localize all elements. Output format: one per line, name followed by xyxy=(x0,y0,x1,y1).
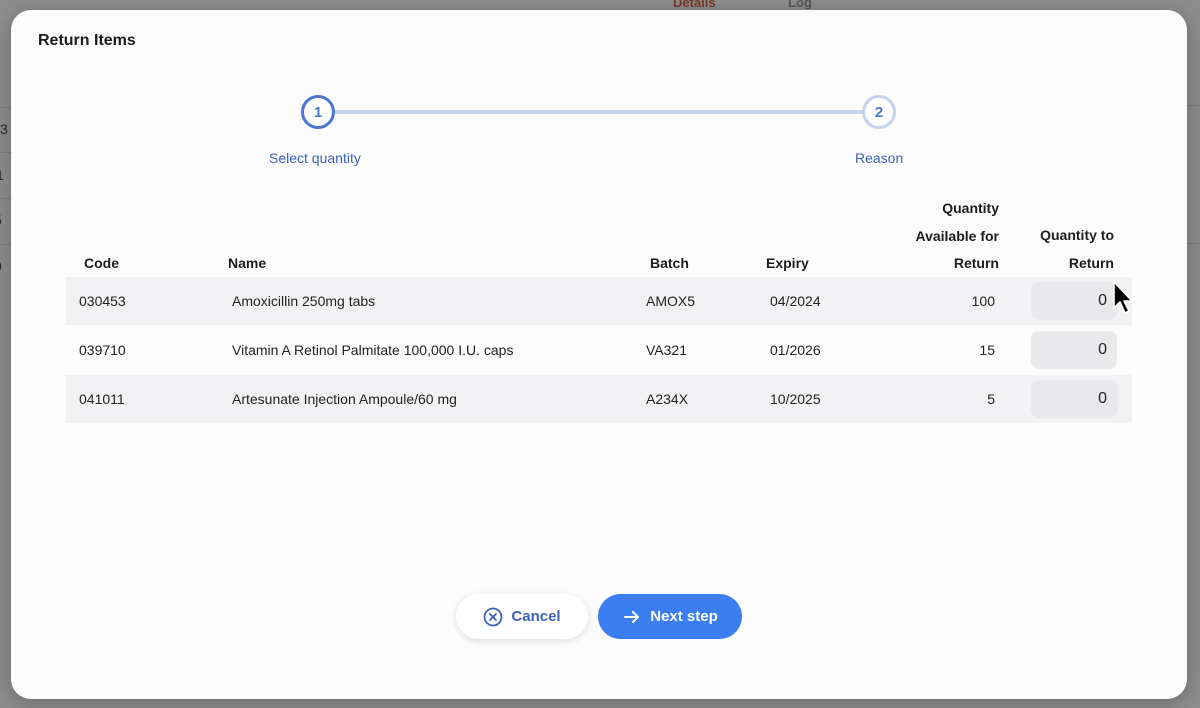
return-items-modal: Return Items 1 2 Select quantity Reason … xyxy=(11,10,1187,699)
header-line: Quantity xyxy=(942,200,999,216)
header-line: Available for xyxy=(915,227,999,244)
table-row[interactable]: 039710 Vitamin A Retinol Palmitate 100,0… xyxy=(66,326,1132,374)
quantity-to-return-input[interactable] xyxy=(1031,282,1117,320)
cell-available: 100 xyxy=(971,293,995,309)
background-tab-details: Details xyxy=(673,0,716,10)
cell-batch: A234X xyxy=(646,391,689,407)
column-header-quantity-to-return: Quantity to Return xyxy=(994,222,1114,277)
cell-expiry: 01/2026 xyxy=(770,342,821,358)
quantity-to-return-input[interactable] xyxy=(1031,380,1117,418)
cell-name: Artesunate Injection Ampoule/60 mg xyxy=(232,391,457,407)
column-header-quantity-available: Quantity Available for Return xyxy=(879,195,999,278)
cancel-button-label: Cancel xyxy=(511,608,561,625)
background-row-fragment: 5 xyxy=(0,212,2,228)
cell-code: 030453 xyxy=(79,293,126,309)
background-row-fragment: 0 xyxy=(0,258,2,274)
header-line: Quantity to xyxy=(1040,227,1114,243)
table-row[interactable]: 041011 Artesunate Injection Ampoule/60 m… xyxy=(66,375,1132,423)
step-2-indicator[interactable]: 2 xyxy=(862,95,896,129)
background-row-fragment: 3 xyxy=(0,121,8,137)
step-1-indicator[interactable]: 1 xyxy=(301,95,335,129)
next-step-button[interactable]: Next step xyxy=(598,594,742,639)
cell-code: 039710 xyxy=(79,342,126,358)
background-tab-log: Log xyxy=(788,0,812,10)
column-header-name: Name xyxy=(228,255,267,271)
cell-name: Amoxicillin 250mg tabs xyxy=(232,293,376,309)
cell-available: 5 xyxy=(987,391,995,407)
column-header-expiry: Expiry xyxy=(766,255,809,271)
background-divider xyxy=(1187,243,1200,244)
cell-expiry: 10/2025 xyxy=(770,391,821,407)
cell-batch: AMOX5 xyxy=(646,293,696,309)
step-1-label: Select quantity xyxy=(269,150,361,166)
cell-expiry: 04/2024 xyxy=(770,293,821,309)
background-divider xyxy=(1187,105,1200,106)
close-circle-icon xyxy=(483,607,503,627)
modal-title: Return Items xyxy=(38,32,136,49)
background-row-fragment: 1 xyxy=(0,167,4,183)
mouse-pointer-icon xyxy=(1113,281,1133,314)
column-header-batch: Batch xyxy=(650,255,689,271)
arrow-right-icon xyxy=(622,607,642,627)
cell-name: Vitamin A Retinol Palmitate 100,000 I.U.… xyxy=(232,342,514,358)
next-step-button-label: Next step xyxy=(650,608,718,625)
stepper-track xyxy=(331,110,876,114)
table-row[interactable]: 030453 Amoxicillin 250mg tabs AMOX5 04/2… xyxy=(66,277,1132,325)
cell-batch: VA321 xyxy=(646,342,687,358)
column-header-code: Code xyxy=(84,255,119,271)
cell-available: 15 xyxy=(979,342,995,358)
header-line: Return xyxy=(1068,254,1114,271)
cancel-button[interactable]: Cancel xyxy=(456,594,588,639)
header-line: Return xyxy=(953,255,999,271)
step-2-label: Reason xyxy=(855,150,904,166)
cell-code: 041011 xyxy=(79,391,125,407)
quantity-to-return-input[interactable] xyxy=(1031,331,1117,369)
